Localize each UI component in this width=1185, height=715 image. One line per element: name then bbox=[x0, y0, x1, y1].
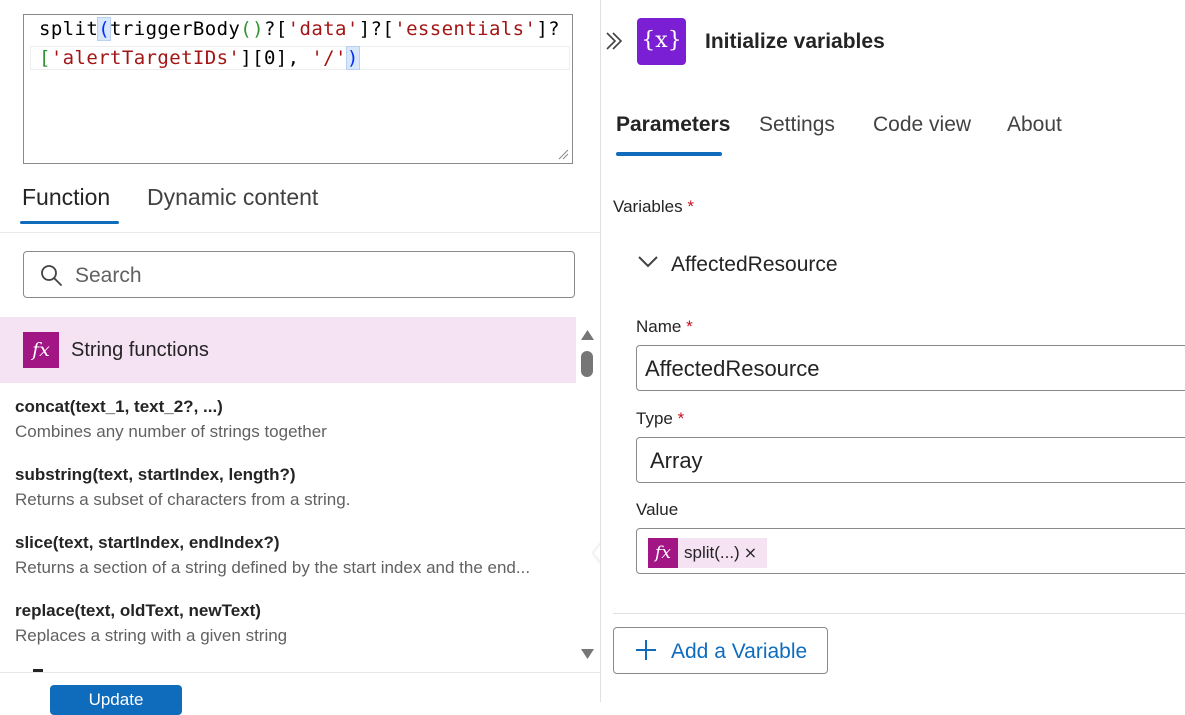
expression-panel: split(triggerBody()?['data']?['essential… bbox=[0, 0, 600, 715]
value-field[interactable]: fx split(...) × bbox=[636, 528, 1185, 574]
resize-handle-icon[interactable] bbox=[557, 148, 569, 160]
tab-about[interactable]: About bbox=[1007, 113, 1062, 137]
chevron-down-icon[interactable] bbox=[637, 251, 659, 273]
token-punct: ]? bbox=[536, 18, 560, 40]
token-function: split bbox=[39, 18, 99, 40]
name-label: Name * bbox=[636, 317, 693, 336]
scrollbar-thumb[interactable] bbox=[581, 351, 593, 377]
function-signature: substring(text, startIndex, length?) bbox=[15, 465, 296, 484]
token-bracket: [ bbox=[39, 47, 51, 69]
tab-code-view[interactable]: Code view bbox=[873, 113, 971, 137]
function-signature: concat(text_1, text_2?, ...) bbox=[15, 397, 223, 416]
divider bbox=[613, 613, 1185, 614]
function-item-concat[interactable]: concat(text_1, text_2?, ...) Combines an… bbox=[15, 397, 327, 442]
token-string: '/' bbox=[311, 47, 347, 69]
close-icon[interactable]: × bbox=[740, 538, 767, 568]
type-value: Array bbox=[650, 448, 703, 473]
add-variable-button[interactable]: Add a Variable bbox=[613, 627, 828, 674]
variables-label: Variables * bbox=[613, 197, 694, 216]
type-select[interactable]: Array bbox=[636, 437, 1185, 483]
required-mark: * bbox=[687, 197, 694, 216]
tab-function[interactable]: Function bbox=[22, 184, 110, 211]
update-button[interactable]: Update bbox=[50, 685, 182, 715]
tab-active-indicator bbox=[616, 152, 722, 156]
function-description: Combines any number of strings together bbox=[15, 422, 327, 441]
divider bbox=[0, 232, 600, 233]
token-paren: () bbox=[240, 18, 264, 40]
variable-header-label: AffectedResource bbox=[671, 253, 838, 276]
expression-line-1: split(triggerBody()?['data']?['essential… bbox=[39, 17, 560, 41]
action-details-panel: {x} Initialize variables Parameters Sett… bbox=[600, 0, 1185, 702]
variable-section-header[interactable]: AffectedResource bbox=[637, 251, 838, 277]
function-description: Replaces a string with a given string bbox=[15, 626, 288, 645]
token-string: 'data' bbox=[287, 18, 359, 40]
scroll-down-icon[interactable] bbox=[580, 648, 595, 660]
category-label: String functions bbox=[71, 339, 209, 361]
action-title[interactable]: Initialize variables bbox=[705, 30, 885, 54]
search-icon bbox=[41, 265, 62, 286]
category-string-functions[interactable]: fx String functions bbox=[0, 317, 576, 383]
type-label: Type * bbox=[636, 409, 685, 428]
function-item-slice[interactable]: slice(text, startIndex, endIndex?) Retur… bbox=[15, 533, 530, 578]
variables-icon: {x} bbox=[637, 18, 686, 65]
expression-editor[interactable]: split(triggerBody()?['data']?['essential… bbox=[23, 14, 573, 164]
value-label: Value bbox=[636, 500, 679, 519]
function-description: Returns a subset of characters from a st… bbox=[15, 490, 351, 509]
function-item-substring[interactable]: substring(text, startIndex, length?) Ret… bbox=[15, 465, 350, 510]
function-icon: fx bbox=[648, 538, 678, 568]
name-field[interactable]: AffectedResource bbox=[636, 345, 1185, 391]
scroll-up-icon[interactable] bbox=[580, 329, 595, 341]
tab-settings[interactable]: Settings bbox=[759, 113, 835, 137]
token-paren: ( bbox=[97, 17, 112, 41]
expression-line-2: ['alertTargetIDs'][0], '/') bbox=[39, 46, 360, 70]
function-description: Returns a section of a string defined by… bbox=[15, 558, 531, 577]
function-signature: replace(text, oldText, newText) bbox=[15, 601, 261, 620]
function-item-replace[interactable]: replace(text, oldText, newText) Replaces… bbox=[15, 601, 287, 646]
search-placeholder: Search bbox=[75, 264, 142, 287]
list-item-partial bbox=[33, 669, 43, 672]
token-punct: ?[ bbox=[263, 18, 288, 40]
search-input[interactable]: Search bbox=[23, 251, 575, 298]
collapse-panel-icon[interactable] bbox=[604, 30, 624, 52]
token-paren: ) bbox=[345, 46, 360, 70]
footer-divider bbox=[0, 672, 600, 673]
required-mark: * bbox=[686, 317, 693, 336]
plus-icon bbox=[636, 640, 656, 660]
function-icon: fx bbox=[23, 332, 59, 368]
tab-parameters[interactable]: Parameters bbox=[616, 113, 730, 137]
name-value: AffectedResource bbox=[645, 356, 820, 381]
tab-dynamic-content[interactable]: Dynamic content bbox=[147, 184, 318, 211]
required-mark: * bbox=[677, 409, 685, 428]
token-string: 'alertTargetIDs' bbox=[50, 47, 241, 69]
tab-active-indicator bbox=[20, 221, 119, 224]
expression-token[interactable]: fx split(...) × bbox=[648, 538, 768, 568]
token-punct: ][0], bbox=[240, 47, 312, 69]
token-label: split(...) bbox=[684, 543, 740, 562]
function-signature: slice(text, startIndex, endIndex?) bbox=[15, 533, 280, 552]
token-string: 'essentials' bbox=[394, 18, 537, 40]
token-function: triggerBody bbox=[110, 18, 241, 40]
token-punct: ]?[ bbox=[358, 18, 395, 40]
add-variable-label: Add a Variable bbox=[671, 640, 808, 663]
